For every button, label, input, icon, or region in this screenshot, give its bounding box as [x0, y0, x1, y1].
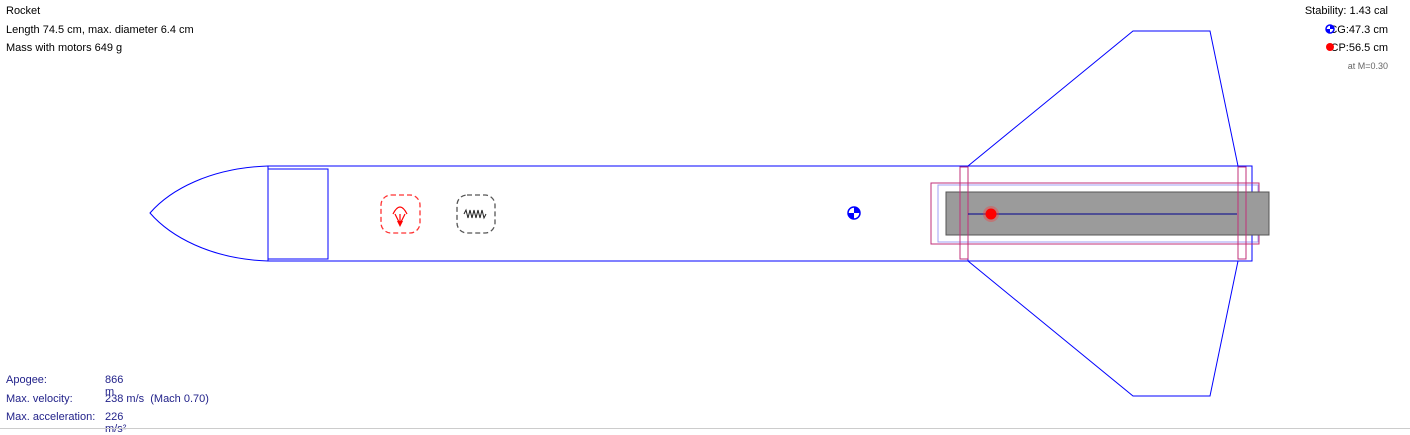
rocket-figure	[0, 24, 1410, 429]
cp-marker-icon	[985, 208, 997, 220]
shock-cord-icon	[456, 194, 496, 234]
cg-marker-icon	[847, 206, 861, 220]
cp-legend-icon	[1326, 43, 1334, 51]
fin-bottom	[966, 260, 1239, 397]
nose-shoulder	[267, 168, 329, 260]
cg-legend-icon	[1325, 24, 1335, 34]
parachute-icon	[380, 194, 421, 234]
fin-top	[966, 30, 1239, 167]
nose-cone	[149, 165, 269, 262]
body-tube	[267, 165, 969, 262]
